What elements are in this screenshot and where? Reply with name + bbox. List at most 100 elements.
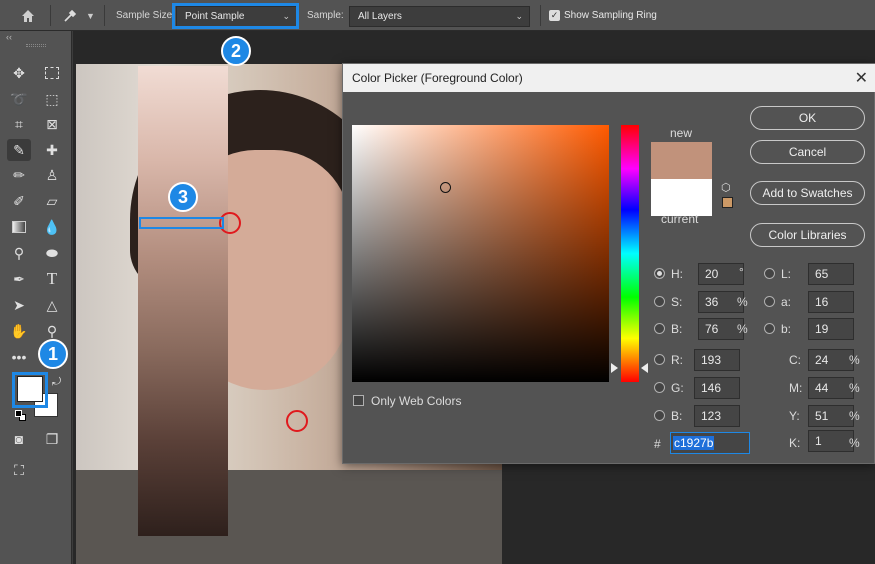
red-field[interactable]: 193 <box>694 349 740 371</box>
screen-mode-button[interactable]: ❐ <box>40 428 64 450</box>
gradient-tool[interactable] <box>7 216 31 238</box>
close-icon[interactable]: ✕ <box>855 68 868 88</box>
out-of-gamut-cube-icon[interactable]: ⬡ <box>721 181 731 194</box>
hue-radio[interactable] <box>654 268 665 279</box>
brightness-radio[interactable] <box>654 323 665 334</box>
lab-a-label: a: <box>781 295 792 309</box>
web-safe-swatch[interactable] <box>722 197 733 208</box>
quick-mask-button[interactable]: ◙ <box>7 428 31 450</box>
lab-b-radio[interactable] <box>764 323 775 334</box>
tool-preset-picker[interactable]: ▼ <box>62 0 95 31</box>
home-icon <box>22 9 34 22</box>
hue-field[interactable]: 20 <box>698 263 744 285</box>
color-field[interactable] <box>352 125 609 382</box>
eyedropper-icon <box>64 9 77 22</box>
move-tool[interactable]: ✥ <box>7 62 31 84</box>
blue-radio[interactable] <box>654 410 665 421</box>
path-selection-tool[interactable]: ➤ <box>7 294 31 316</box>
hand-tool[interactable]: ✋ <box>7 320 31 342</box>
hue-unit: ° <box>739 265 744 279</box>
marquee-tool[interactable] <box>40 62 64 84</box>
highlight-sample-size <box>172 3 299 29</box>
lab-l-field[interactable]: 65 <box>808 263 854 285</box>
lab-b-label: b: <box>781 322 792 336</box>
dodge-tool[interactable]: ⚲ <box>7 242 31 264</box>
sample-label: Sample: <box>307 10 344 21</box>
saturation-radio[interactable] <box>654 296 665 307</box>
sponge-tool[interactable]: ⬬ <box>40 242 64 264</box>
edit-toolbar-button[interactable]: ••• <box>7 346 31 368</box>
red-label: R: <box>671 353 683 367</box>
object-selection-tool[interactable]: ⬚ <box>40 88 64 110</box>
collapse-toolbar-button[interactable]: ‹‹ <box>6 32 12 42</box>
home-button[interactable] <box>20 0 36 31</box>
dodge-icon: ⚲ <box>13 244 25 261</box>
blue-field[interactable]: 123 <box>694 405 740 427</box>
show-sampling-ring-toggle[interactable]: ✓ Show Sampling Ring <box>549 0 657 31</box>
skin-tone-gradient-strip[interactable] <box>138 66 228 536</box>
cyan-label: C: <box>789 353 801 367</box>
lasso-tool[interactable]: ➰ <box>7 88 31 110</box>
history-brush-tool[interactable]: ✐ <box>7 190 31 212</box>
lab-b-field[interactable]: 19 <box>808 318 854 340</box>
history-brush-icon: ✐ <box>13 192 25 209</box>
black-label: K: <box>789 436 801 450</box>
arrow-icon: ➤ <box>13 296 25 313</box>
ok-button[interactable]: OK <box>750 106 865 130</box>
dialog-title-bar[interactable]: Color Picker (Foreground Color) ✕ <box>343 64 875 92</box>
hex-label: # <box>654 437 661 451</box>
pen-icon: ✒ <box>13 270 25 287</box>
red-radio[interactable] <box>654 354 665 365</box>
blue-label: B: <box>671 409 683 423</box>
eraser-icon: ▱ <box>46 192 58 209</box>
annotation-badge-3: 3 <box>168 182 198 212</box>
hue-slider-left-arrow[interactable] <box>611 363 618 373</box>
eyedropper-tool[interactable]: ✎ <box>7 139 31 161</box>
lab-a-radio[interactable] <box>764 296 775 307</box>
add-to-swatches-button[interactable]: Add to Swatches <box>750 181 865 205</box>
frame-tool[interactable]: ⊠ <box>40 113 64 135</box>
black-field[interactable]: 1 <box>808 430 854 452</box>
yellow-label: Y: <box>789 409 800 423</box>
type-icon: T <box>46 269 58 288</box>
eraser-tool[interactable]: ▱ <box>40 190 64 212</box>
green-radio[interactable] <box>654 382 665 393</box>
type-tool[interactable]: T <box>40 268 64 290</box>
healing-brush-tool[interactable]: ✚ <box>40 139 64 161</box>
cyan-field[interactable]: 24 <box>808 349 854 371</box>
cancel-button[interactable]: Cancel <box>750 140 865 164</box>
green-field[interactable]: 146 <box>694 377 740 399</box>
toolbar-grip[interactable] <box>26 44 46 47</box>
swap-colors-icon[interactable]: ⤾ <box>52 376 61 389</box>
hue-slider-right-arrow[interactable] <box>641 363 648 373</box>
clone-stamp-tool[interactable]: ♙ <box>40 164 64 186</box>
magenta-field[interactable]: 44 <box>808 377 854 399</box>
default-colors-icon[interactable] <box>15 410 27 422</box>
crop-tool[interactable]: ⌗ <box>7 113 31 135</box>
move-icon: ✥ <box>13 64 25 81</box>
magnifier-icon: ⚲ <box>46 322 58 339</box>
yellow-field[interactable]: 51 <box>808 405 854 427</box>
only-web-colors-checkbox[interactable] <box>353 395 364 406</box>
brush-icon: ✏ <box>13 166 25 183</box>
pen-tool[interactable]: ✒ <box>7 268 31 290</box>
generate-image-button[interactable]: ⛶ <box>7 459 31 481</box>
magenta-unit: % <box>849 381 860 395</box>
quick-mask-icon: ◙ <box>14 431 24 447</box>
sample-dropdown[interactable]: All Layers ⌄ <box>349 6 530 27</box>
hue-slider[interactable] <box>621 125 639 382</box>
brightness-unit: % <box>737 322 748 336</box>
hex-field[interactable]: c1927b <box>670 432 750 454</box>
brush-tool[interactable]: ✏ <box>7 164 31 186</box>
bandage-icon: ✚ <box>46 141 58 158</box>
sample-point-marker <box>286 410 308 432</box>
color-picker-dialog: Color Picker (Foreground Color) ✕ new cu… <box>342 63 875 464</box>
current-color-swatch[interactable] <box>651 179 712 216</box>
color-libraries-button[interactable]: Color Libraries <box>750 223 865 247</box>
lab-l-radio[interactable] <box>764 268 775 279</box>
lab-a-field[interactable]: 16 <box>808 291 854 313</box>
highlight-foreground-swatch <box>12 372 48 408</box>
blur-tool[interactable]: 💧 <box>40 216 64 238</box>
shape-tool[interactable]: △ <box>40 294 64 316</box>
stamp-icon: ♙ <box>45 166 59 183</box>
